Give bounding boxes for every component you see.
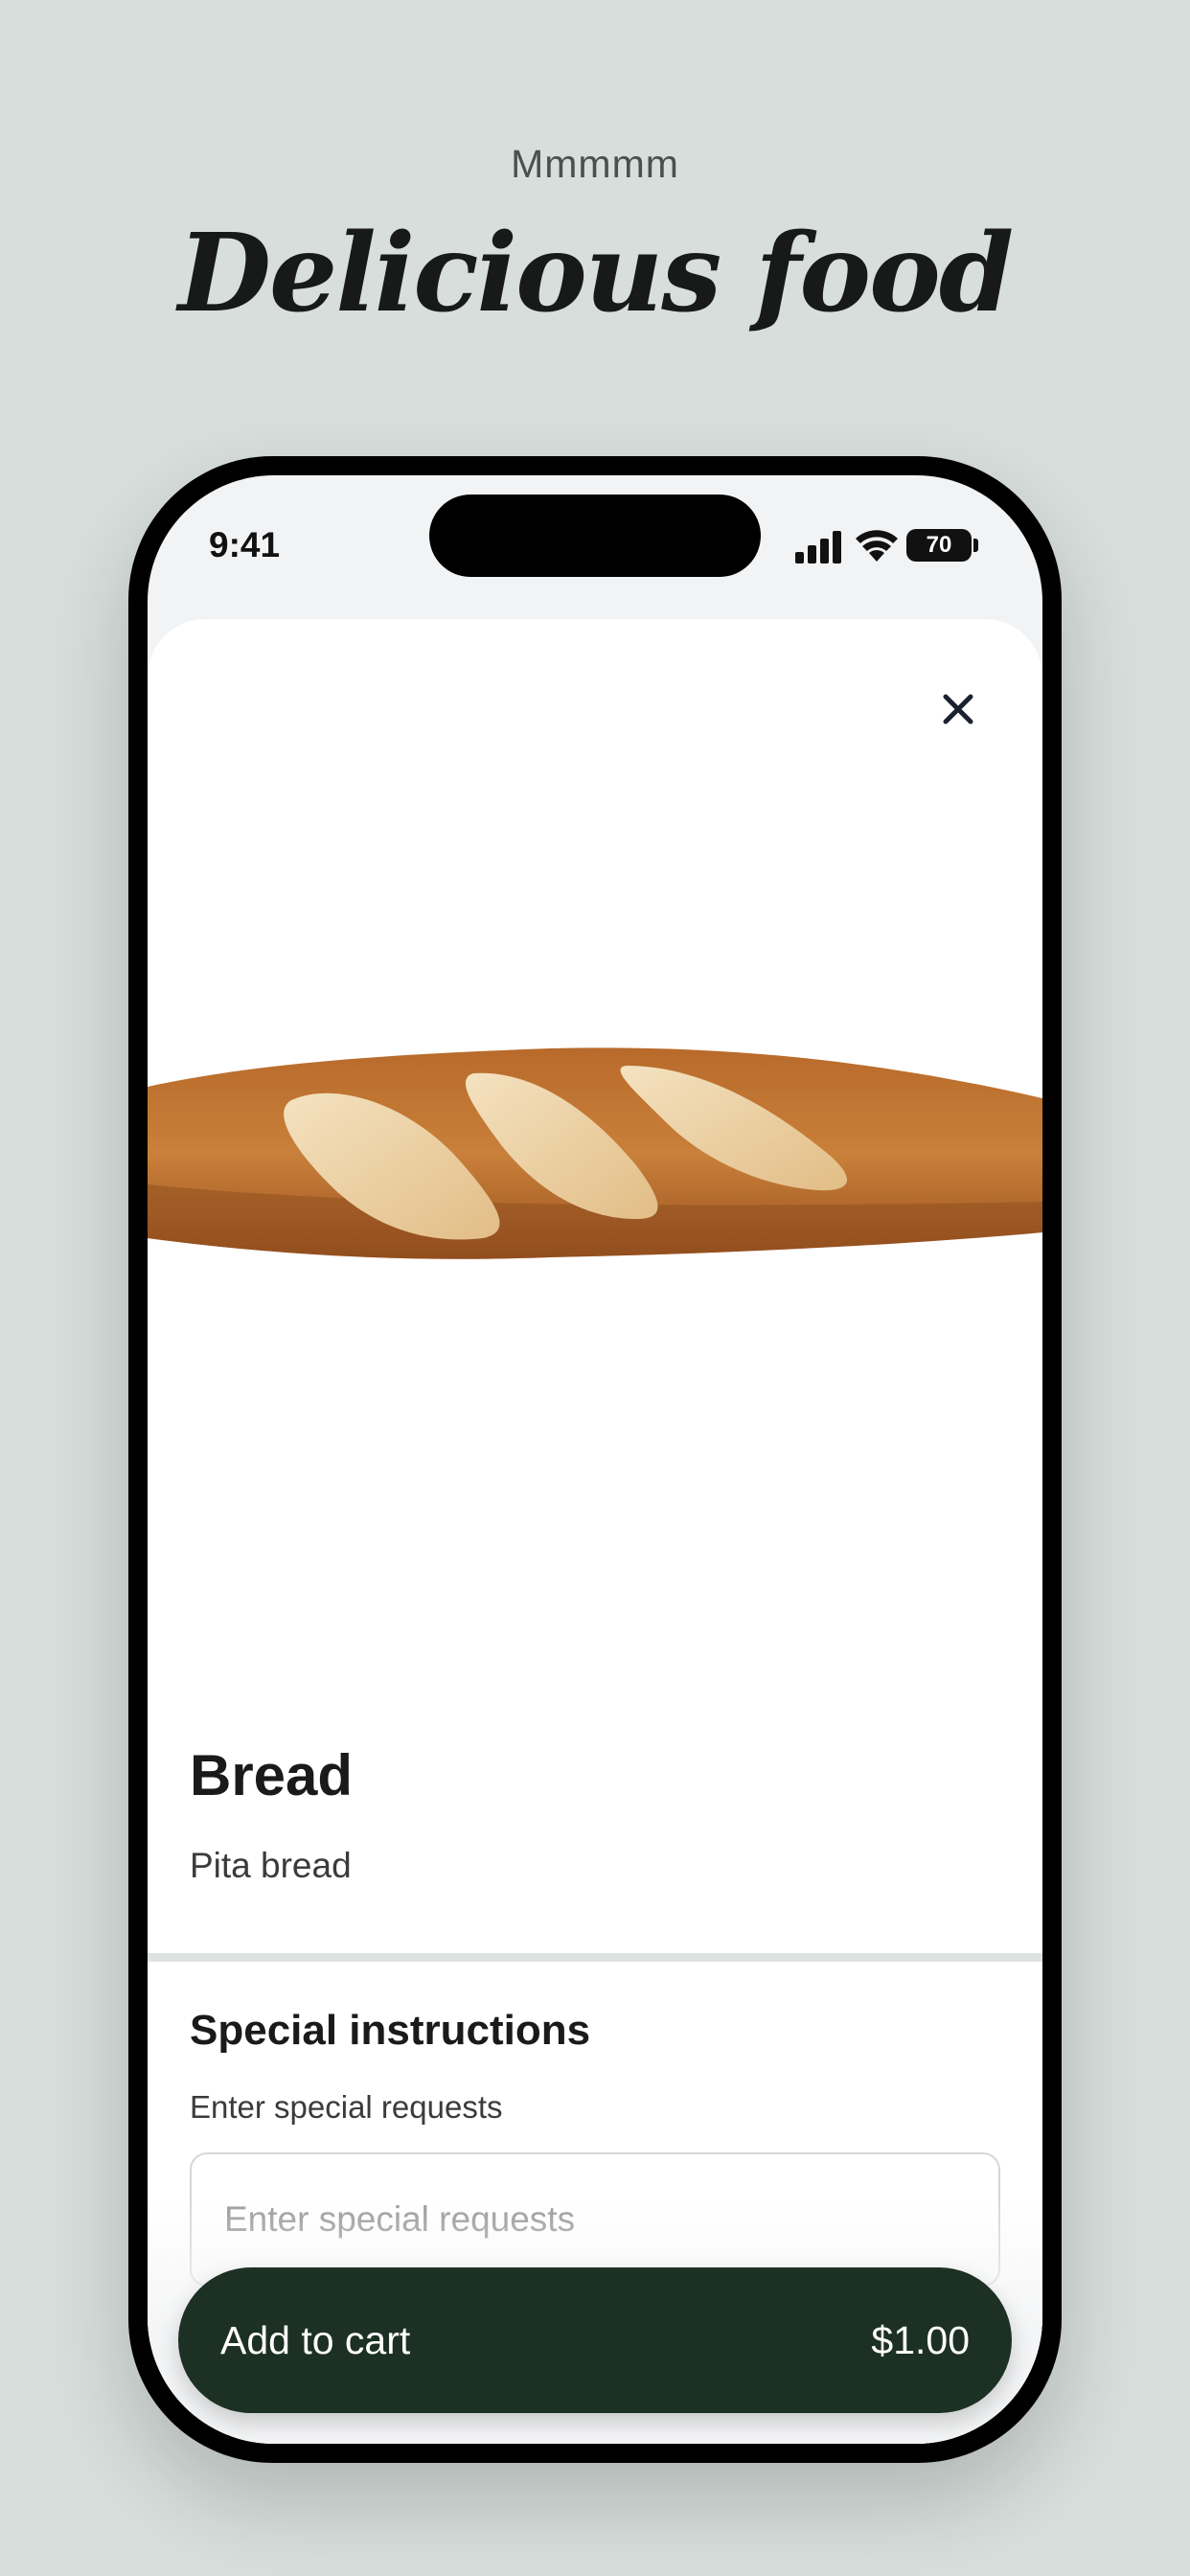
cart-price: $1.00 [871,2317,970,2362]
close-button[interactable] [931,682,985,736]
page: Mmmmm Delicious food 9:41 70 Bread Pita … [0,0,1190,2576]
wifi-icon [856,530,898,562]
add-to-cart-label: Add to cart [220,2317,411,2362]
instructions-label: Enter special requests [190,2089,503,2125]
baguette-image [148,1047,1042,1259]
product-description: Pita bread [190,1846,352,1885]
close-icon [943,694,973,724]
status-bar: 9:41 70 [148,475,1042,610]
battery-icon: 70 [906,529,972,562]
product-sheet: Bread Pita bread Special instructions En… [148,619,1042,2444]
headline: Delicious food [177,211,1014,336]
status-time: 9:41 [209,525,281,564]
product-title: Bread [190,1743,354,1807]
add-to-cart-button[interactable]: Add to cart $1.00 [178,2267,1012,2413]
instructions-title: Special instructions [190,2007,591,2054]
dynamic-island [429,494,761,577]
phone-screen: 9:41 70 Bread Pita bread Special instruc… [148,475,1042,2444]
signal-icon [795,531,841,564]
phone-frame: 9:41 70 Bread Pita bread Special instruc… [128,456,1062,2463]
battery-cap [973,539,978,552]
section-divider [148,1953,1042,1962]
eyebrow-text: Mmmmm [511,142,679,186]
